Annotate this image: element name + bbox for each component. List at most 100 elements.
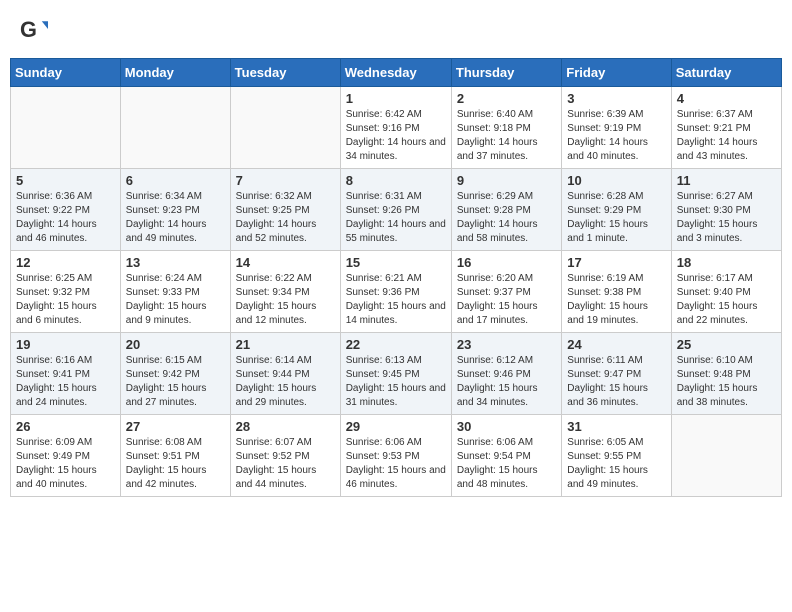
svg-text:G: G [20, 17, 37, 42]
day-info: Sunrise: 6:25 AM Sunset: 9:32 PM Dayligh… [16, 272, 115, 328]
day-info: Sunrise: 6:06 AM Sunset: 9:54 PM Dayligh… [457, 436, 556, 492]
day-number: 31 [567, 419, 665, 434]
calendar-cell: 7 Sunrise: 6:32 AM Sunset: 9:25 PM Daylig… [230, 169, 340, 251]
day-number: 19 [16, 337, 115, 352]
day-info: Sunrise: 6:10 AM Sunset: 9:48 PM Dayligh… [677, 354, 776, 410]
day-info: Sunrise: 6:15 AM Sunset: 9:42 PM Dayligh… [126, 354, 225, 410]
day-number: 28 [236, 419, 335, 434]
calendar-cell: 31 Sunrise: 6:05 AM Sunset: 9:55 PM Dayli… [562, 415, 671, 497]
day-number: 3 [567, 91, 665, 106]
calendar-cell: 28 Sunrise: 6:07 AM Sunset: 9:52 PM Dayli… [230, 415, 340, 497]
day-info: Sunrise: 6:07 AM Sunset: 9:52 PM Dayligh… [236, 436, 335, 492]
calendar-cell: 16 Sunrise: 6:20 AM Sunset: 9:37 PM Dayli… [451, 251, 561, 333]
day-header-sunday: Sunday [11, 59, 121, 87]
calendar-cell: 30 Sunrise: 6:06 AM Sunset: 9:54 PM Dayli… [451, 415, 561, 497]
logo-icon: G [20, 15, 48, 43]
day-number: 6 [126, 173, 225, 188]
calendar-header-row: SundayMondayTuesdayWednesdayThursdayFrid… [11, 59, 782, 87]
day-info: Sunrise: 6:08 AM Sunset: 9:51 PM Dayligh… [126, 436, 225, 492]
day-number: 12 [16, 255, 115, 270]
day-info: Sunrise: 6:36 AM Sunset: 9:22 PM Dayligh… [16, 190, 115, 246]
day-info: Sunrise: 6:37 AM Sunset: 9:21 PM Dayligh… [677, 108, 776, 164]
logo: G [20, 15, 52, 43]
day-number: 2 [457, 91, 556, 106]
calendar-cell: 11 Sunrise: 6:27 AM Sunset: 9:30 PM Dayli… [671, 169, 781, 251]
day-header-thursday: Thursday [451, 59, 561, 87]
calendar-cell: 27 Sunrise: 6:08 AM Sunset: 9:51 PM Dayli… [120, 415, 230, 497]
calendar-cell: 22 Sunrise: 6:13 AM Sunset: 9:45 PM Dayli… [340, 333, 451, 415]
day-info: Sunrise: 6:05 AM Sunset: 9:55 PM Dayligh… [567, 436, 665, 492]
calendar-cell: 2Sunrise: 6:40 AM Sunset: 9:18 PM Daylig… [451, 87, 561, 169]
calendar-cell: 25 Sunrise: 6:10 AM Sunset: 9:48 PM Dayli… [671, 333, 781, 415]
calendar-cell: 15Sunrise: 6:21 AM Sunset: 9:36 PM Dayli… [340, 251, 451, 333]
calendar-cell: 21Sunrise: 6:14 AM Sunset: 9:44 PM Dayli… [230, 333, 340, 415]
day-info: Sunrise: 6:12 AM Sunset: 9:46 PM Dayligh… [457, 354, 556, 410]
day-info: Sunrise: 6:24 AM Sunset: 9:33 PM Dayligh… [126, 272, 225, 328]
day-info: Sunrise: 6:28 AM Sunset: 9:29 PM Dayligh… [567, 190, 665, 246]
day-info: Sunrise: 6:22 AM Sunset: 9:34 PM Dayligh… [236, 272, 335, 328]
calendar-cell: 14 Sunrise: 6:22 AM Sunset: 9:34 PM Dayli… [230, 251, 340, 333]
day-info: Sunrise: 6:14 AM Sunset: 9:44 PM Dayligh… [236, 354, 335, 410]
calendar-cell: 20 Sunrise: 6:15 AM Sunset: 9:42 PM Dayli… [120, 333, 230, 415]
day-number: 16 [457, 255, 556, 270]
calendar-cell: 12 Sunrise: 6:25 AM Sunset: 9:32 PM Dayli… [11, 251, 121, 333]
calendar-cell: 6 Sunrise: 6:34 AM Sunset: 9:23 PM Daylig… [120, 169, 230, 251]
calendar-cell: 8 Sunrise: 6:31 AM Sunset: 9:26 PM Daylig… [340, 169, 451, 251]
day-number: 10 [567, 173, 665, 188]
day-info: Sunrise: 6:39 AM Sunset: 9:19 PM Dayligh… [567, 108, 665, 164]
day-info: Sunrise: 6:34 AM Sunset: 9:23 PM Dayligh… [126, 190, 225, 246]
day-info: Sunrise: 6:21 AM Sunset: 9:36 PM Dayligh… [346, 272, 446, 328]
day-header-saturday: Saturday [671, 59, 781, 87]
calendar-table: SundayMondayTuesdayWednesdayThursdayFrid… [10, 58, 782, 497]
calendar-cell [120, 87, 230, 169]
day-header-friday: Friday [562, 59, 671, 87]
day-number: 1 [346, 91, 446, 106]
calendar-week-row: 1 Sunrise: 6:42 AM Sunset: 9:16 PM Daylig… [11, 87, 782, 169]
day-info: Sunrise: 6:17 AM Sunset: 9:40 PM Dayligh… [677, 272, 776, 328]
day-number: 7 [236, 173, 335, 188]
day-number: 25 [677, 337, 776, 352]
day-number: 14 [236, 255, 335, 270]
calendar-cell: 5 Sunrise: 6:36 AM Sunset: 9:22 PM Daylig… [11, 169, 121, 251]
day-info: Sunrise: 6:42 AM Sunset: 9:16 PM Dayligh… [346, 108, 446, 164]
day-info: Sunrise: 6:20 AM Sunset: 9:37 PM Dayligh… [457, 272, 556, 328]
day-number: 23 [457, 337, 556, 352]
day-number: 26 [16, 419, 115, 434]
day-number: 24 [567, 337, 665, 352]
calendar-cell [230, 87, 340, 169]
day-number: 8 [346, 173, 446, 188]
calendar-week-row: 5 Sunrise: 6:36 AM Sunset: 9:22 PM Daylig… [11, 169, 782, 251]
calendar-week-row: 26 Sunrise: 6:09 AM Sunset: 9:49 PM Dayli… [11, 415, 782, 497]
day-info: Sunrise: 6:09 AM Sunset: 9:49 PM Dayligh… [16, 436, 115, 492]
day-number: 13 [126, 255, 225, 270]
day-info: Sunrise: 6:16 AM Sunset: 9:41 PM Dayligh… [16, 354, 115, 410]
day-number: 22 [346, 337, 446, 352]
day-info: Sunrise: 6:27 AM Sunset: 9:30 PM Dayligh… [677, 190, 776, 246]
day-info: Sunrise: 6:31 AM Sunset: 9:26 PM Dayligh… [346, 190, 446, 246]
calendar-cell: 19 Sunrise: 6:16 AM Sunset: 9:41 PM Dayli… [11, 333, 121, 415]
day-header-tuesday: Tuesday [230, 59, 340, 87]
day-number: 29 [346, 419, 446, 434]
day-info: Sunrise: 6:19 AM Sunset: 9:38 PM Dayligh… [567, 272, 665, 328]
day-number: 27 [126, 419, 225, 434]
day-number: 4 [677, 91, 776, 106]
day-number: 5 [16, 173, 115, 188]
calendar-cell [11, 87, 121, 169]
day-info: Sunrise: 6:11 AM Sunset: 9:47 PM Dayligh… [567, 354, 665, 410]
calendar-cell: 26 Sunrise: 6:09 AM Sunset: 9:49 PM Dayli… [11, 415, 121, 497]
calendar-cell: 9Sunrise: 6:29 AM Sunset: 9:28 PM Daylig… [451, 169, 561, 251]
calendar-cell: 4 Sunrise: 6:37 AM Sunset: 9:21 PM Daylig… [671, 87, 781, 169]
calendar-cell: 29Sunrise: 6:06 AM Sunset: 9:53 PM Dayli… [340, 415, 451, 497]
day-info: Sunrise: 6:13 AM Sunset: 9:45 PM Dayligh… [346, 354, 446, 410]
day-number: 20 [126, 337, 225, 352]
calendar-cell: 17Sunrise: 6:19 AM Sunset: 9:38 PM Dayli… [562, 251, 671, 333]
calendar-week-row: 19 Sunrise: 6:16 AM Sunset: 9:41 PM Dayli… [11, 333, 782, 415]
calendar-cell: 13 Sunrise: 6:24 AM Sunset: 9:33 PM Dayli… [120, 251, 230, 333]
day-number: 11 [677, 173, 776, 188]
calendar-cell: 23 Sunrise: 6:12 AM Sunset: 9:46 PM Dayli… [451, 333, 561, 415]
day-number: 30 [457, 419, 556, 434]
day-info: Sunrise: 6:32 AM Sunset: 9:25 PM Dayligh… [236, 190, 335, 246]
day-header-wednesday: Wednesday [340, 59, 451, 87]
day-number: 18 [677, 255, 776, 270]
calendar-cell: 10 Sunrise: 6:28 AM Sunset: 9:29 PM Dayli… [562, 169, 671, 251]
